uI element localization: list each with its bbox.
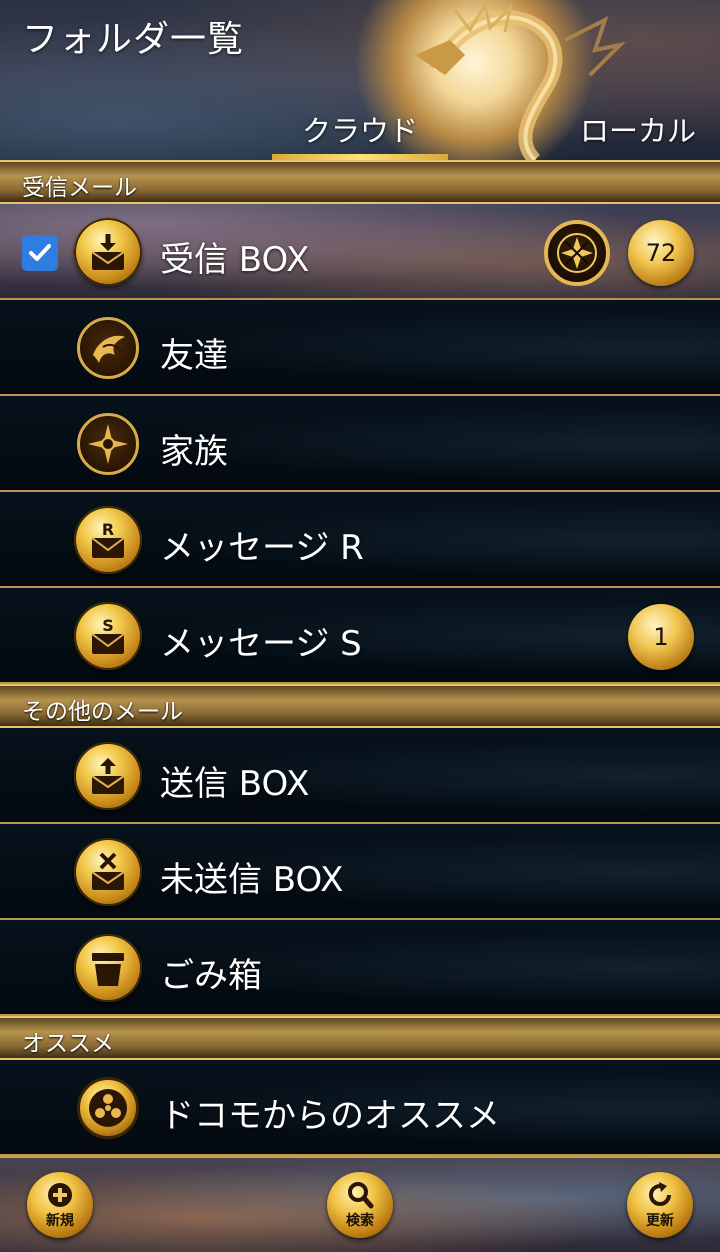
kamon-crest-icon [544,220,610,286]
unsent-envelope-icon [74,838,142,906]
mitsudomoe-emblem-icon [77,1077,139,1139]
folder-row-family[interactable]: 家族 [0,396,720,492]
section-label: その他のメール [22,699,183,725]
section-header-inbox: 受信メール [0,160,720,204]
folder-row-docomo-recommend[interactable]: ドコモからのオススメ [0,1060,720,1156]
app-header: フォルダ一覧 クラウド ローカル [0,0,720,160]
folder-label: メッセージ R [160,528,364,568]
folder-label: ドコモからのオススメ [160,1096,500,1136]
folder-label: 未送信 BOX [160,860,344,900]
folder-row-inbox[interactable]: 受信 BOX 72 [0,204,720,300]
outbox-upload-icon [74,742,142,810]
new-button-label: 新規 [46,1213,74,1229]
folder-label: 家族 [160,432,228,472]
refresh-icon [649,1182,671,1206]
refresh-button[interactable]: 更新 [627,1172,693,1238]
unread-count-badge: 72 [628,220,694,286]
inbox-download-icon [74,218,142,286]
phoenix-emblem-icon [77,317,139,379]
folder-label: 受信 BOX [160,240,310,280]
folder-row-friends[interactable]: 友達 [0,300,720,396]
envelope-r-icon: R [74,506,142,574]
search-button[interactable]: 検索 [327,1172,393,1238]
unread-count-badge: 1 [628,604,694,670]
page-title: フォルダ一覧 [22,19,245,60]
tab-local[interactable]: ローカル [560,108,716,160]
folder-list: 受信メール 受信 BOX 72 友達 家族 R メッセージ R S メッセージ … [0,160,720,1156]
section-label: 受信メール [22,175,137,201]
section-header-recommend: オススメ [0,1016,720,1060]
bottom-toolbar: 新規 検索 更新 [0,1156,720,1252]
folder-label: メッセージ S [160,624,362,664]
folder-row-trash[interactable]: ごみ箱 [0,920,720,1016]
trash-bin-icon [74,934,142,1002]
section-header-other: その他のメール [0,684,720,728]
envelope-s-icon: S [74,602,142,670]
search-button-label: 検索 [346,1213,374,1229]
folder-label: 友達 [160,336,228,376]
folder-row-message-r[interactable]: R メッセージ R [0,492,720,588]
folder-row-message-s[interactable]: S メッセージ S 1 [0,588,720,684]
folder-label: 送信 BOX [160,764,310,804]
plus-icon [48,1183,72,1207]
folder-row-outbox[interactable]: 送信 BOX [0,728,720,824]
svg-text:S: S [102,616,114,635]
new-button[interactable]: 新規 [27,1172,93,1238]
tab-cloud[interactable]: クラウド [272,108,448,160]
folder-label: ごみ箱 [160,956,262,996]
folder-checkbox[interactable] [22,235,58,271]
search-icon [348,1182,374,1209]
checkmark-icon [29,244,51,261]
svg-text:R: R [102,520,114,539]
refresh-button-label: 更新 [646,1213,674,1229]
star-emblem-icon [77,413,139,475]
section-label: オススメ [22,1031,114,1057]
folder-row-unsent[interactable]: 未送信 BOX [0,824,720,920]
